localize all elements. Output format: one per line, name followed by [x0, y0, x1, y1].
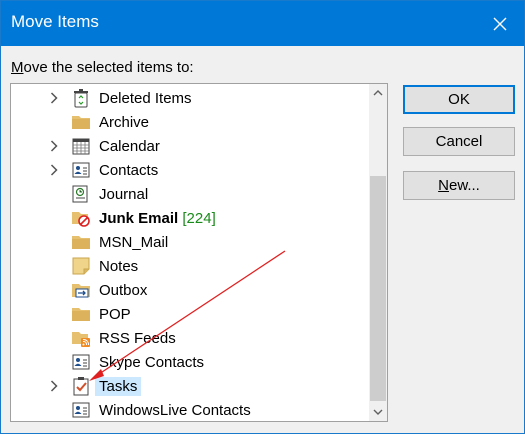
- contacts-icon: [71, 160, 91, 180]
- folder-name: Deleted Items: [99, 89, 192, 107]
- folder-label: MSN_Mail: [99, 234, 168, 251]
- folder-label: Skype Contacts: [99, 354, 204, 371]
- folder-label: Junk Email [224]: [99, 210, 216, 227]
- folder-item[interactable]: Journal: [11, 182, 366, 206]
- move-prompt-label: Move the selected items to:: [11, 59, 194, 76]
- folder-icon: [71, 112, 91, 132]
- scroll-up-icon[interactable]: [369, 84, 387, 102]
- ok-button[interactable]: OK: [403, 85, 515, 114]
- folder-label: Notes: [99, 258, 138, 275]
- contacts-icon: [71, 352, 91, 372]
- folder-name: Notes: [99, 257, 139, 275]
- folder-item[interactable]: Archive: [11, 110, 366, 134]
- chevron-right-icon[interactable]: [47, 134, 61, 158]
- new-folder-button[interactable]: New...: [403, 171, 515, 200]
- dialog-title: Move Items: [11, 12, 99, 31]
- chevron-right-icon[interactable]: [47, 374, 61, 398]
- contacts-icon: [71, 400, 91, 420]
- chevron-right-icon[interactable]: [47, 86, 61, 110]
- notes-icon: [71, 256, 91, 276]
- folder-name: POP: [99, 305, 131, 323]
- folder-name: Junk Email: [99, 209, 179, 227]
- folder-label: Outbox: [99, 282, 147, 299]
- folder-label: Deleted Items: [99, 90, 192, 107]
- tasks-icon: [71, 376, 91, 396]
- folder-label: RSS Feeds: [99, 330, 176, 347]
- folder-item[interactable]: Junk Email [224]: [11, 206, 366, 230]
- folder-label: WindowsLive Contacts: [99, 402, 251, 419]
- prompt-text: ove the selected items to:: [23, 59, 194, 76]
- folder-name: Calendar: [99, 137, 160, 155]
- folder-tree[interactable]: Deleted Items Archive Calendar Contacts Jour…: [10, 83, 388, 422]
- folder-item[interactable]: Outbox: [11, 278, 366, 302]
- folder-item[interactable]: Calendar: [11, 134, 366, 158]
- folder-item[interactable]: Tasks: [11, 374, 366, 398]
- prompt-accesskey: M: [11, 59, 24, 76]
- folder-item[interactable]: Notes: [11, 254, 366, 278]
- folder-name: MSN_Mail: [99, 233, 169, 251]
- folder-icon: [71, 232, 91, 252]
- scroll-down-icon[interactable]: [369, 403, 387, 421]
- new-text: ew...: [448, 177, 480, 194]
- chevron-right-icon[interactable]: [47, 158, 61, 182]
- folder-icon: [71, 304, 91, 324]
- folder-item[interactable]: MSN_Mail: [11, 230, 366, 254]
- junk-email-icon: [71, 208, 91, 228]
- folder-name: Archive: [99, 113, 150, 131]
- folder-name: Journal: [99, 185, 149, 203]
- scrollbar-thumb[interactable]: [370, 176, 386, 401]
- folder-label: Contacts: [99, 162, 158, 179]
- recycle-bin-icon: [71, 88, 91, 108]
- folder-item[interactable]: Contacts: [11, 158, 366, 182]
- vertical-scrollbar[interactable]: [369, 84, 387, 421]
- folder-label: Calendar: [99, 138, 160, 155]
- title-bar: Move Items: [1, 1, 524, 46]
- new-accesskey: N: [438, 177, 449, 194]
- folder-name: Tasks: [99, 377, 138, 395]
- folder-label: POP: [99, 306, 131, 323]
- folder-label: Tasks: [95, 376, 142, 396]
- folder-item[interactable]: RSS Feeds: [11, 326, 366, 350]
- folder-name: Outbox: [99, 281, 148, 299]
- folder-label: Journal: [99, 186, 148, 203]
- calendar-icon: [71, 136, 91, 156]
- folder-item[interactable]: POP: [11, 302, 366, 326]
- close-icon[interactable]: [476, 1, 524, 46]
- folder-label: Archive: [99, 114, 149, 131]
- move-items-dialog: Move Items Move the selected items to: D…: [0, 0, 525, 434]
- cancel-button[interactable]: Cancel: [403, 127, 515, 156]
- folder-name: Contacts: [99, 161, 159, 179]
- journal-icon: [71, 184, 91, 204]
- outbox-icon: [71, 280, 91, 300]
- unread-count: [224]: [178, 209, 216, 227]
- folder-name: WindowsLive Contacts: [99, 401, 251, 419]
- folder-item[interactable]: Skype Contacts: [11, 350, 366, 374]
- rss-folder-icon: [71, 328, 91, 348]
- folder-item[interactable]: Deleted Items: [11, 86, 366, 110]
- folder-name: RSS Feeds: [99, 329, 176, 347]
- folder-name: Skype Contacts: [99, 353, 205, 371]
- folder-item[interactable]: WindowsLive Contacts: [11, 398, 366, 421]
